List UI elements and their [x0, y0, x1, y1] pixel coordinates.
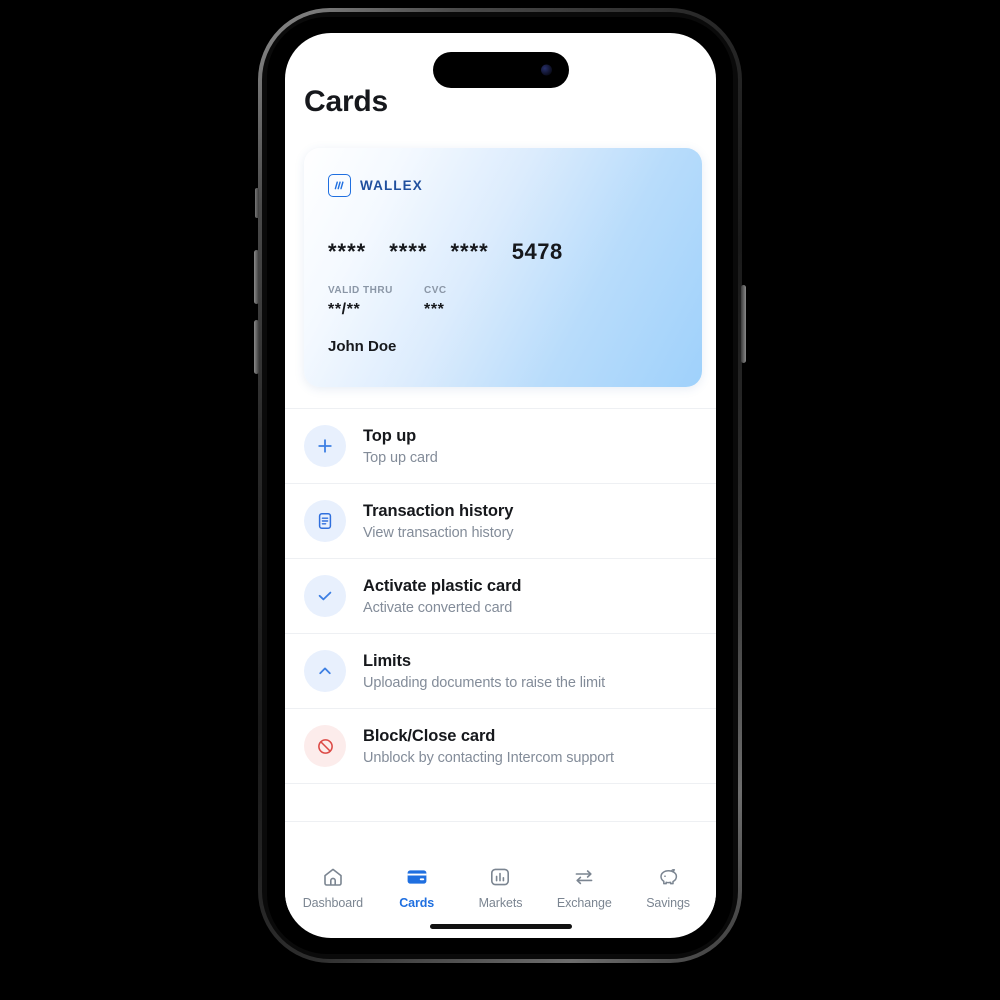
tab-savings[interactable]: Savings	[630, 864, 706, 910]
wallex-logo-icon	[328, 174, 351, 197]
plus-icon	[304, 425, 346, 467]
card-meta: VALID THRU **/** CVC ***	[328, 285, 702, 319]
tab-cards[interactable]: Cards	[379, 864, 455, 910]
home-icon	[321, 864, 345, 890]
card-number-group-2: ****	[389, 239, 428, 264]
phone-screen: Cards WALLEX **** **** **** 5478 VALID T…	[285, 33, 716, 938]
menu-item-title: Activate plastic card	[363, 576, 522, 595]
cvc-value: ***	[424, 301, 445, 318]
menu-item-transaction-history[interactable]: Transaction history View transaction his…	[285, 484, 716, 559]
volume-down-button[interactable]	[254, 320, 259, 374]
screenshot-stage: Cards WALLEX **** **** **** 5478 VALID T…	[0, 0, 1000, 1000]
front-camera-icon	[540, 64, 552, 76]
dynamic-island	[432, 52, 569, 88]
power-button[interactable]	[741, 285, 746, 363]
bank-card-container: WALLEX **** **** **** 5478 VALID THRU **…	[285, 119, 716, 387]
menu-item-text: Block/Close card Unblock by contacting I…	[363, 727, 614, 766]
silent-switch[interactable]	[255, 188, 259, 218]
chevron-up-icon	[304, 650, 346, 692]
volume-up-button[interactable]	[254, 250, 259, 304]
document-list-icon	[304, 500, 346, 542]
tab-dashboard[interactable]: Dashboard	[295, 864, 371, 910]
exchange-icon	[572, 864, 596, 890]
bottom-tab-bar: Dashboard Cards Markets Exchange Savings	[285, 852, 716, 910]
menu-item-text: Transaction history View transaction his…	[363, 501, 514, 541]
home-indicator[interactable]	[429, 924, 572, 929]
menu-item-title: Block/Close card	[363, 726, 496, 745]
piggy-bank-icon	[656, 864, 680, 890]
tab-exchange[interactable]: Exchange	[546, 864, 622, 910]
bank-card[interactable]: WALLEX **** **** **** 5478 VALID THRU **…	[304, 148, 702, 387]
check-icon	[304, 575, 346, 617]
valid-thru-block: VALID THRU **/**	[328, 285, 424, 319]
menu-item-title: Transaction history	[363, 501, 514, 520]
card-number: **** **** **** 5478	[328, 241, 702, 263]
menu-item-subtitle: Unblock by contacting Intercom support	[363, 749, 614, 766]
tab-label: Savings	[646, 896, 690, 910]
card-icon	[405, 864, 429, 890]
menu-item-activate-plastic-card[interactable]: Activate plastic card Activate converted…	[285, 559, 716, 634]
markets-icon	[488, 864, 512, 890]
menu-item-subtitle: Uploading documents to raise the limit	[363, 674, 606, 691]
list-bottom-spacer	[285, 784, 716, 822]
tab-label: Markets	[478, 896, 523, 910]
menu-item-subtitle: Activate converted card	[363, 599, 513, 616]
menu-item-title: Top up	[363, 426, 417, 445]
menu-item-title: Limits	[363, 651, 411, 670]
tab-label: Exchange	[556, 896, 612, 910]
card-number-last4: 5478	[511, 239, 563, 264]
menu-item-subtitle: Top up card	[363, 449, 438, 466]
menu-item-top-up[interactable]: Top up Top up card	[285, 409, 716, 484]
tab-label: Dashboard	[302, 896, 364, 910]
menu-item-subtitle: View transaction history	[363, 524, 514, 541]
card-brand-name: WALLEX	[360, 178, 423, 193]
menu-item-block-close-card[interactable]: Block/Close card Unblock by contacting I…	[285, 709, 716, 784]
card-number-group-3: ****	[450, 239, 489, 264]
card-number-group-1: ****	[328, 239, 367, 264]
menu-item-text: Limits Uploading documents to raise the …	[363, 652, 605, 691]
cvc-block: CVC ***	[424, 285, 447, 319]
tab-markets[interactable]: Markets	[462, 864, 538, 910]
menu-item-text: Top up Top up card	[363, 427, 438, 466]
card-brand: WALLEX	[328, 174, 702, 197]
menu-item-limits[interactable]: Limits Uploading documents to raise the …	[285, 634, 716, 709]
card-holder-name: John Doe	[328, 338, 397, 355]
tab-label: Cards	[399, 896, 435, 910]
block-icon	[304, 725, 346, 767]
menu-item-text: Activate plastic card Activate converted…	[363, 577, 521, 616]
card-actions-list: Top up Top up card Transaction history V…	[285, 408, 716, 822]
valid-thru-label: VALID THRU	[328, 285, 393, 296]
valid-thru-value: **/**	[328, 301, 361, 318]
cvc-label: CVC	[424, 285, 447, 296]
